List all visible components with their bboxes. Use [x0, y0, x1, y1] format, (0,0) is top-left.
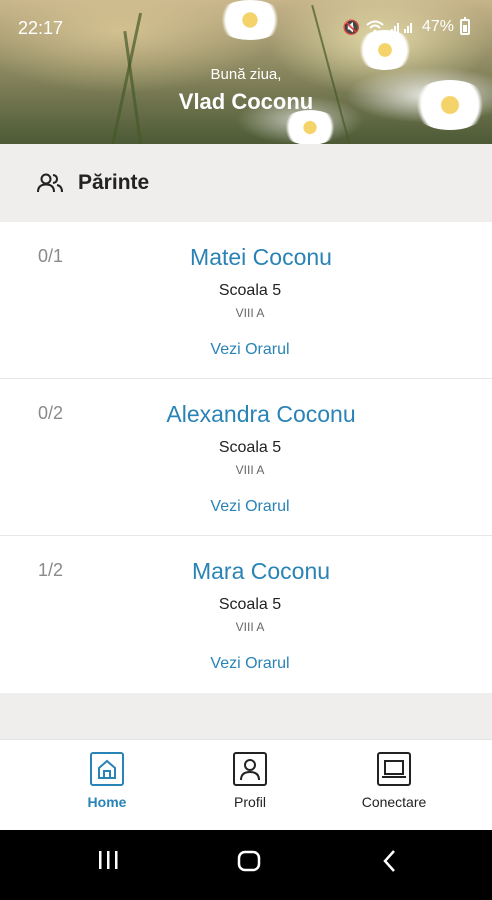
signal-icon — [390, 23, 412, 33]
child-school: Scoala 5 — [218, 282, 282, 299]
header-banner: 22:17 🔇 47% Bună ziua, Vlad Coconu — [0, 0, 492, 144]
child-name[interactable]: Mara Coconu — [0, 558, 492, 585]
children-list: 0/1 Matei Coconu Scoala 5 VIII A Vezi Or… — [0, 222, 492, 693]
tab-home-label: Home — [87, 794, 127, 810]
list-item: 0/2 Alexandra Coconu Scoala 5 VIII A Vez… — [0, 379, 492, 536]
child-school: Scoala 5 — [218, 596, 282, 613]
tab-profile-label: Profil — [234, 794, 266, 810]
child-name[interactable]: Alexandra Coconu — [0, 401, 492, 428]
child-class: VIII A — [235, 463, 265, 477]
list-item: 0/1 Matei Coconu Scoala 5 VIII A Vezi Or… — [0, 222, 492, 379]
greeting-text: Bună ziua, — [210, 66, 282, 83]
section-header: Părinte — [0, 144, 492, 222]
list-item: 1/2 Mara Coconu Scoala 5 VIII A Vezi Ora… — [0, 536, 492, 693]
status-icons: 🔇 47% — [342, 17, 470, 36]
mute-icon: 🔇 — [342, 18, 360, 35]
users-icon — [37, 173, 63, 193]
tab-home[interactable]: Home — [52, 752, 162, 810]
view-schedule-link[interactable]: Vezi Orarul — [0, 498, 492, 516]
flower-decoration — [280, 110, 340, 144]
back-icon[interactable] — [380, 848, 400, 874]
home-system-icon[interactable] — [236, 848, 262, 874]
status-bar: 22:17 🔇 47% — [0, 0, 492, 56]
greeting-block: Bună ziua, Vlad Coconu — [0, 66, 492, 115]
user-name: Vlad Coconu — [178, 89, 314, 114]
bottom-tab-bar: Home Profil Conectare — [0, 739, 492, 830]
status-time: 22:17 — [18, 18, 64, 38]
wifi-icon — [366, 20, 384, 34]
child-school: Scoala 5 — [218, 439, 282, 456]
battery-icon — [460, 17, 470, 35]
child-class: VIII A — [235, 620, 265, 634]
laptop-icon — [377, 752, 411, 786]
tab-connect[interactable]: Conectare — [339, 752, 449, 810]
view-schedule-link[interactable]: Vezi Orarul — [0, 655, 492, 673]
tab-connect-label: Conectare — [361, 794, 427, 810]
recent-apps-icon[interactable] — [96, 848, 120, 872]
view-schedule-link[interactable]: Vezi Orarul — [0, 341, 492, 359]
section-title: Părinte — [78, 171, 150, 194]
system-navigation-bar — [0, 830, 492, 900]
home-icon — [90, 752, 124, 786]
tab-profile[interactable]: Profil — [195, 752, 305, 810]
child-class: VIII A — [235, 306, 265, 320]
battery-percent: 47% — [421, 18, 454, 35]
child-name[interactable]: Matei Coconu — [0, 244, 492, 271]
user-icon — [233, 752, 267, 786]
